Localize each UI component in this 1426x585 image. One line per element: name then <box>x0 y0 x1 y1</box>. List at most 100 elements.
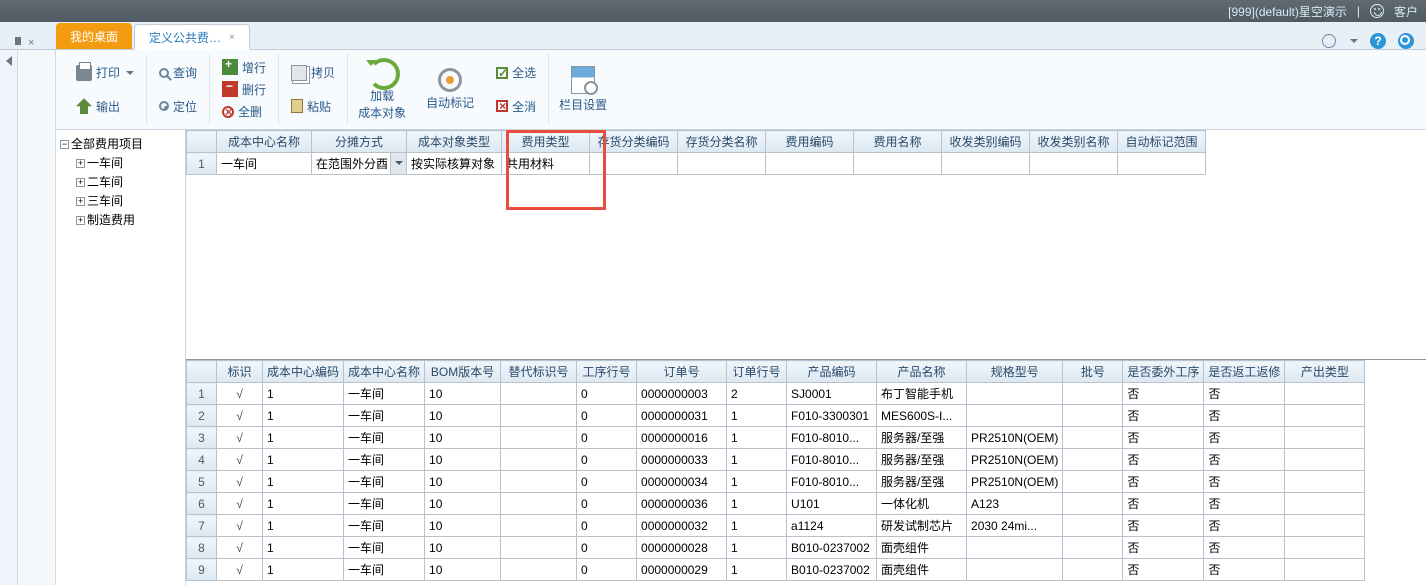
paste-button[interactable]: 粘贴 <box>287 96 339 117</box>
cell[interactable]: 否 <box>1204 427 1285 449</box>
cell[interactable] <box>501 449 577 471</box>
cell[interactable]: PR2510N(OEM) <box>967 427 1063 449</box>
cell[interactable]: 一车间 <box>344 449 425 471</box>
col-header[interactable]: 成本中心编码 <box>263 361 344 383</box>
cell[interactable]: 0 <box>577 537 637 559</box>
cell[interactable]: 0 <box>577 427 637 449</box>
col-header[interactable]: 是否返工返修 <box>1204 361 1285 383</box>
col-header[interactable]: 存货分类名称 <box>678 131 766 153</box>
cell[interactable]: 一车间 <box>344 471 425 493</box>
cell[interactable]: 10 <box>425 449 501 471</box>
cell[interactable] <box>501 515 577 537</box>
cell[interactable]: 否 <box>1123 427 1204 449</box>
uncheckall-button[interactable]: 全消 <box>492 96 540 117</box>
cell[interactable]: 2 <box>727 383 787 405</box>
cell[interactable]: 否 <box>1123 449 1204 471</box>
col-header[interactable]: 产出类型 <box>1285 361 1365 383</box>
cell[interactable] <box>1063 449 1123 471</box>
print-button[interactable]: 打印 <box>72 62 138 83</box>
cell[interactable]: 1 <box>263 449 344 471</box>
cell[interactable] <box>967 559 1063 581</box>
cell[interactable]: 10 <box>425 383 501 405</box>
cell[interactable]: A123 <box>967 493 1063 515</box>
automark-button[interactable]: 自动标记 <box>416 54 484 125</box>
cell[interactable]: 一车间 <box>344 493 425 515</box>
cell[interactable]: 0000000032 <box>637 515 727 537</box>
col-header[interactable]: 产品编码 <box>787 361 877 383</box>
cell[interactable]: 0 <box>577 471 637 493</box>
cell[interactable]: 0000000016 <box>637 427 727 449</box>
cell[interactable] <box>1285 515 1365 537</box>
table-row[interactable]: 9√1一车间10000000000291B010-0237002面壳组件否否 <box>187 559 1365 581</box>
cell-mark[interactable]: √ <box>217 405 263 427</box>
cell[interactable] <box>501 537 577 559</box>
table-row[interactable]: 5√1一车间10000000000341F010-8010...服务器/至强PR… <box>187 471 1365 493</box>
addrow-button[interactable]: 增行 <box>218 57 270 78</box>
cell[interactable]: 1 <box>263 515 344 537</box>
cell[interactable]: 1 <box>727 471 787 493</box>
col-header[interactable]: BOM版本号 <box>425 361 501 383</box>
collapse-arrow-icon[interactable] <box>6 56 12 66</box>
cell[interactable] <box>1285 449 1365 471</box>
cell[interactable]: PR2510N(OEM) <box>967 471 1063 493</box>
cell[interactable]: 否 <box>1123 515 1204 537</box>
cell[interactable]: 否 <box>1204 515 1285 537</box>
cell[interactable]: 0 <box>577 559 637 581</box>
tree-item-1[interactable]: +二车间 <box>76 172 181 191</box>
cell[interactable] <box>1063 471 1123 493</box>
cell[interactable]: 1 <box>263 383 344 405</box>
cell-empty[interactable] <box>766 153 854 175</box>
cell-empty[interactable] <box>854 153 942 175</box>
col-header[interactable]: 成本中心名称 <box>217 131 312 153</box>
cell[interactable]: F010-3300301 <box>787 405 877 427</box>
col-header[interactable]: 自动标记范围 <box>1118 131 1206 153</box>
cell[interactable]: 0 <box>577 449 637 471</box>
cell[interactable] <box>1285 405 1365 427</box>
cell[interactable]: 面壳组件 <box>877 559 967 581</box>
cell[interactable] <box>1063 559 1123 581</box>
cell[interactable]: 1 <box>727 559 787 581</box>
tree-toggle-icon[interactable]: + <box>76 216 85 225</box>
dropdown-button[interactable] <box>390 153 406 174</box>
col-header[interactable]: 成本中心名称 <box>344 361 425 383</box>
export-button[interactable]: 输出 <box>72 96 138 117</box>
cell[interactable]: 研发试制芯片 <box>877 515 967 537</box>
tab-desktop[interactable]: 我的桌面 <box>56 23 132 49</box>
cell[interactable] <box>1285 559 1365 581</box>
cell[interactable]: SJ0001 <box>787 383 877 405</box>
query-button[interactable]: 查询 <box>155 62 201 83</box>
row-num[interactable]: 4 <box>187 449 217 471</box>
col-header[interactable]: 产品名称 <box>877 361 967 383</box>
cell[interactable]: 0000000003 <box>637 383 727 405</box>
cell[interactable] <box>1063 405 1123 427</box>
left-strip[interactable] <box>0 50 18 585</box>
cell-mark[interactable]: √ <box>217 427 263 449</box>
cell[interactable]: 否 <box>1123 405 1204 427</box>
cell[interactable]: 10 <box>425 493 501 515</box>
cell-mark[interactable]: √ <box>217 515 263 537</box>
tree-root[interactable]: −全部费用项目 <box>60 134 181 153</box>
cell[interactable]: 0000000036 <box>637 493 727 515</box>
cell[interactable]: 否 <box>1123 537 1204 559</box>
table-row[interactable]: 1√1一车间10000000000032SJ0001布丁智能手机否否 <box>187 383 1365 405</box>
cell[interactable]: B010-0237002 <box>787 537 877 559</box>
cell[interactable] <box>1285 471 1365 493</box>
cell[interactable]: a1124 <box>787 515 877 537</box>
cell[interactable]: 1 <box>727 405 787 427</box>
col-header[interactable]: 工序行号 <box>577 361 637 383</box>
col-header[interactable]: 是否委外工序 <box>1123 361 1204 383</box>
grid-bottom[interactable]: 标识成本中心编码成本中心名称BOM版本号替代标识号工序行号订单号订单行号产品编码… <box>186 360 1426 585</box>
cell-method[interactable]: 在范围外分酉在范围内分配在范围外分配 <box>312 153 407 175</box>
cell[interactable]: 1 <box>263 537 344 559</box>
cell-empty[interactable] <box>1118 153 1206 175</box>
row-num[interactable]: 2 <box>187 405 217 427</box>
cell[interactable] <box>501 471 577 493</box>
cell[interactable] <box>967 405 1063 427</box>
tree-toggle-icon[interactable]: − <box>60 140 69 149</box>
tree-item-2[interactable]: +三车间 <box>76 191 181 210</box>
cell-mark[interactable]: √ <box>217 449 263 471</box>
cell[interactable]: 10 <box>425 405 501 427</box>
col-header[interactable]: 收发类别编码 <box>942 131 1030 153</box>
cell[interactable] <box>501 493 577 515</box>
col-header[interactable]: 费用类型 <box>502 131 590 153</box>
